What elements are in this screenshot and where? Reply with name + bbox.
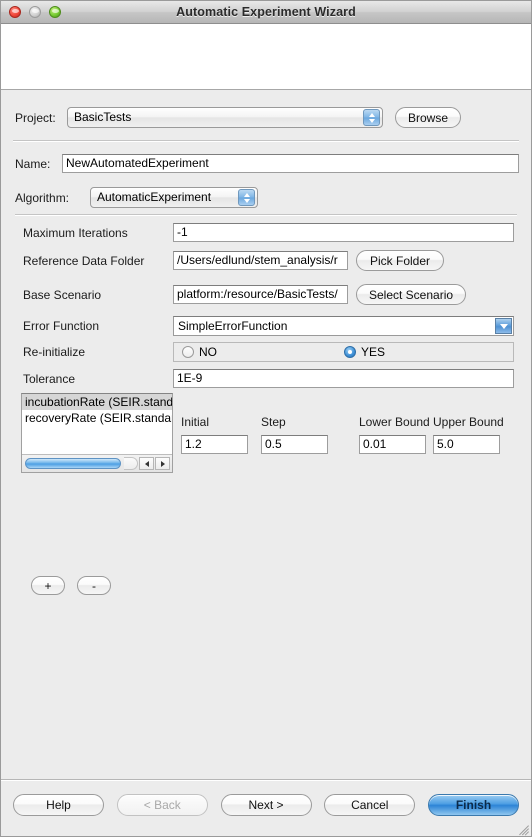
reference-data-folder-input[interactable]: /Users/edlund/stem_analysis/r — [173, 251, 348, 270]
reinitialize-option-yes[interactable]: YES — [344, 345, 385, 359]
stepper-icon[interactable] — [238, 189, 255, 206]
project-combo[interactable]: BasicTests — [67, 107, 383, 128]
radio-icon[interactable] — [182, 346, 194, 358]
error-function-row: Error Function SimpleErrorFunction — [23, 316, 514, 336]
base-scenario-input[interactable]: platform:/resource/BasicTests/ — [173, 285, 348, 304]
footer-button-bar: Help < Back Next > Cancel Finish — [1, 794, 531, 816]
next-button[interactable]: Next > — [220, 794, 312, 816]
reinitialize-row: Re-initialize NO YES — [23, 342, 514, 362]
list-item[interactable]: incubationRate (SEIR.standa — [22, 394, 172, 410]
add-parameter-button[interactable]: + — [31, 576, 65, 595]
scroll-left-arrow-icon[interactable] — [139, 457, 154, 470]
chevron-down-icon[interactable] — [495, 318, 512, 334]
tolerance-input[interactable]: 1E-9 — [173, 369, 514, 388]
project-row: Project: BasicTests Browse — [15, 107, 461, 128]
algorithm-row: Algorithm: AutomaticExperiment — [15, 187, 258, 208]
name-row: Name: NewAutomatedExperiment — [15, 154, 519, 173]
upper-bound-input[interactable]: 5.0 — [433, 435, 500, 454]
error-function-label: Error Function — [23, 319, 100, 333]
window-controls — [9, 1, 61, 23]
tolerance-label: Tolerance — [23, 371, 76, 386]
scroll-right-arrow-icon[interactable] — [155, 457, 170, 470]
reinitialize-radio-group: NO YES — [173, 342, 514, 362]
maximize-window-button[interactable] — [49, 6, 61, 18]
scrollbar-thumb[interactable] — [25, 458, 121, 469]
parameter-list[interactable]: incubationRate (SEIR.standa recoveryRate… — [21, 393, 173, 473]
base-scenario-label: Base Scenario — [23, 287, 102, 302]
cancel-button[interactable]: Cancel — [324, 794, 416, 816]
radio-icon-selected[interactable] — [344, 346, 356, 358]
scrollbar-track-end — [124, 457, 138, 470]
project-combo-value: BasicTests — [74, 110, 132, 124]
maximum-iterations-row: Maximum Iterations -1 — [23, 223, 514, 242]
base-scenario-row: Base Scenario platform:/resource/BasicTe… — [23, 284, 466, 305]
title-bar: Automatic Experiment Wizard — [1, 1, 531, 24]
reinitialize-option-yes-label: YES — [361, 345, 386, 359]
list-item[interactable]: recoveryRate (SEIR.standard — [22, 410, 172, 426]
error-function-dropdown[interactable]: SimpleErrorFunction — [173, 316, 514, 336]
resize-grip-icon[interactable] — [515, 820, 529, 836]
project-label: Project: — [15, 110, 56, 125]
step-input[interactable]: 0.5 — [261, 435, 328, 454]
error-function-value: SimpleErrorFunction — [178, 319, 288, 333]
divider-top — [13, 140, 519, 142]
parameter-list-items: incubationRate (SEIR.standa recoveryRate… — [22, 394, 172, 455]
close-window-button[interactable] — [9, 6, 21, 18]
algorithm-label: Algorithm: — [15, 190, 70, 205]
divider-middle — [15, 214, 517, 216]
maximum-iterations-label: Maximum Iterations — [23, 225, 128, 240]
finish-button[interactable]: Finish — [428, 794, 519, 816]
horizontal-scrollbar[interactable] — [22, 454, 172, 472]
column-header-step: Step — [261, 415, 286, 429]
parameter-actions: + - — [31, 576, 111, 595]
reinitialize-option-no-label: NO — [199, 345, 217, 359]
initial-input[interactable]: 1.2 — [181, 435, 248, 454]
column-header-upper-bound: Upper Bound — [433, 415, 504, 429]
tolerance-row: Tolerance 1E-9 — [23, 369, 514, 388]
pick-folder-button[interactable]: Pick Folder — [356, 250, 444, 271]
dialog-body: Project: BasicTests Browse Name: NewAuto… — [1, 90, 531, 779]
window-title: Automatic Experiment Wizard — [176, 5, 356, 19]
back-button: < Back — [116, 794, 208, 816]
lower-bound-input[interactable]: 0.01 — [359, 435, 426, 454]
remove-parameter-button[interactable]: - — [77, 576, 111, 595]
reference-data-folder-row: Reference Data Folder /Users/edlund/stem… — [23, 250, 444, 271]
column-header-lower-bound: Lower Bound — [359, 415, 430, 429]
help-button[interactable]: Help — [13, 794, 104, 816]
stepper-icon[interactable] — [363, 109, 380, 126]
dialog-footer: Help < Back Next > Cancel Finish — [1, 779, 531, 836]
algorithm-combo[interactable]: AutomaticExperiment — [90, 187, 258, 208]
column-header-initial: Initial — [181, 415, 210, 429]
reinitialize-label: Re-initialize — [23, 345, 86, 359]
reference-data-folder-label: Reference Data Folder — [23, 253, 145, 268]
select-scenario-button[interactable]: Select Scenario — [356, 284, 466, 305]
minimize-window-button[interactable] — [29, 6, 41, 18]
reinitialize-option-no[interactable]: NO — [182, 345, 217, 359]
dialog-window: Automatic Experiment Wizard Project: Bas… — [0, 0, 532, 837]
name-label: Name: — [15, 156, 51, 171]
wizard-banner — [1, 24, 531, 90]
browse-button[interactable]: Browse — [395, 107, 461, 128]
banner-gradient-decoration — [409, 24, 531, 89]
name-input[interactable]: NewAutomatedExperiment — [62, 154, 519, 173]
maximum-iterations-input[interactable]: -1 — [173, 223, 514, 242]
algorithm-combo-value: AutomaticExperiment — [97, 190, 212, 204]
